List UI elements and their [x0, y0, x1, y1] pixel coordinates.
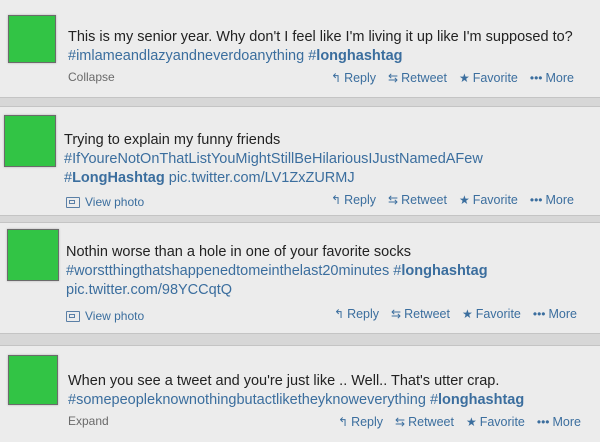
star-icon: ★ [458, 71, 470, 85]
hashtag-link[interactable]: #IfYoureNotOnThatListYouMightStillBeHila… [64, 151, 483, 167]
tweet-text: This is my senior year. Why don't I feel… [68, 28, 573, 66]
hashtag-link[interactable]: #somepeopleknownothingbutactliketheyknow… [68, 392, 426, 408]
tweet-text: When you see a tweet and you're just lik… [68, 372, 524, 410]
hashtag-link[interactable]: #LongHashtag [64, 170, 165, 186]
photo-link[interactable]: pic.twitter.com/LV1ZxZURMJ [169, 170, 355, 186]
retweet-button[interactable]: ⇆ Retweet [388, 193, 447, 207]
reply-button[interactable]: ↰ Reply [334, 307, 379, 321]
more-button[interactable]: ••• More [530, 193, 574, 207]
tweet-text-line: When you see a tweet and you're just lik… [68, 373, 500, 389]
more-button[interactable]: ••• More [537, 415, 581, 429]
reply-arrow-icon: ↰ [331, 193, 342, 207]
photo-icon [66, 196, 80, 208]
hashtag-link[interactable]: #longhashtag [308, 48, 402, 64]
dots-icon: ••• [529, 193, 543, 207]
tweet-actions: ↰ Reply ⇆ Retweet ★ Favorite ••• More [331, 193, 574, 207]
reply-button[interactable]: ↰ Reply [331, 71, 376, 85]
star-icon: ★ [458, 193, 470, 207]
tweet-text-line: Nothin worse than a hole in one of your … [66, 244, 411, 260]
hashtag-link[interactable]: #longhashtag [430, 392, 524, 408]
photo-link[interactable]: pic.twitter.com/98YCCqtQ [66, 282, 232, 298]
collapse-link[interactable]: Collapse [68, 70, 115, 84]
dots-icon: ••• [536, 415, 550, 429]
reply-arrow-icon: ↰ [334, 307, 345, 321]
reply-button[interactable]: ↰ Reply [331, 193, 376, 207]
tweet-actions: ↰ Reply ⇆ Retweet ★ Favorite ••• More [338, 415, 581, 429]
tweet[interactable]: This is my senior year. Why don't I feel… [0, 0, 600, 98]
star-icon: ★ [465, 415, 477, 429]
tweet[interactable]: Trying to explain my funny friends #IfYo… [0, 106, 600, 216]
retweet-icon: ⇆ [391, 307, 402, 321]
tweet-actions: ↰ Reply ⇆ Retweet ★ Favorite ••• More [334, 307, 577, 321]
favorite-button[interactable]: ★ Favorite [459, 71, 518, 85]
avatar[interactable] [8, 15, 56, 63]
avatar[interactable] [7, 229, 59, 281]
favorite-button[interactable]: ★ Favorite [466, 415, 525, 429]
retweet-button[interactable]: ⇆ Retweet [395, 415, 454, 429]
dots-icon: ••• [529, 71, 543, 85]
retweet-icon: ⇆ [395, 415, 406, 429]
tweet-text: Trying to explain my funny friends #IfYo… [64, 131, 483, 188]
more-button[interactable]: ••• More [533, 307, 577, 321]
tweet-text-line: This is my senior year. Why don't I feel… [68, 29, 573, 45]
avatar[interactable] [8, 355, 58, 405]
retweet-icon: ⇆ [388, 71, 399, 85]
favorite-button[interactable]: ★ Favorite [462, 307, 521, 321]
more-button[interactable]: ••• More [530, 71, 574, 85]
hashtag-link[interactable]: #imlameandlazyandneverdoanything [68, 48, 304, 64]
tweet-text-line: Trying to explain my funny friends [64, 132, 281, 148]
star-icon: ★ [461, 307, 473, 321]
favorite-button[interactable]: ★ Favorite [459, 193, 518, 207]
retweet-icon: ⇆ [388, 193, 399, 207]
view-photo-link[interactable]: View photo [66, 195, 144, 209]
reply-arrow-icon: ↰ [338, 415, 349, 429]
tweet-text: Nothin worse than a hole in one of your … [66, 243, 488, 300]
avatar[interactable] [4, 115, 56, 167]
view-photo-link[interactable]: View photo [66, 309, 144, 323]
hashtag-link[interactable]: #longhashtag [393, 263, 487, 279]
tweet[interactable]: Nothin worse than a hole in one of your … [0, 222, 600, 334]
retweet-button[interactable]: ⇆ Retweet [391, 307, 450, 321]
photo-icon [66, 310, 80, 322]
reply-arrow-icon: ↰ [331, 71, 342, 85]
hashtag-link[interactable]: #worstthingthatshappenedtomeinthelast20m… [66, 263, 389, 279]
reply-button[interactable]: ↰ Reply [338, 415, 383, 429]
tweet-actions: ↰ Reply ⇆ Retweet ★ Favorite ••• More [331, 71, 574, 85]
retweet-button[interactable]: ⇆ Retweet [388, 71, 447, 85]
tweet[interactable]: When you see a tweet and you're just lik… [0, 345, 600, 442]
expand-link[interactable]: Expand [68, 414, 109, 428]
dots-icon: ••• [532, 307, 546, 321]
